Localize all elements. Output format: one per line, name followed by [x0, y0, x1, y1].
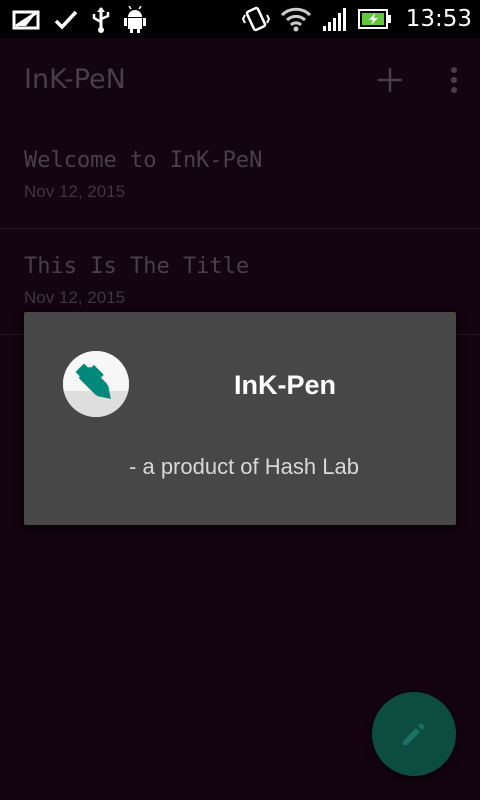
more-vert-icon — [451, 67, 457, 93]
system-icons: 13:53 — [241, 4, 472, 34]
app-bar: InK-PeN — [0, 38, 480, 124]
note-title: Welcome to InK-PeN — [24, 148, 263, 173]
app-title: InK-PeN — [24, 64, 126, 95]
usb-icon — [90, 6, 112, 34]
note-title: This Is The Title — [24, 254, 250, 279]
add-note-button[interactable] — [372, 62, 408, 98]
notification-icons — [12, 6, 146, 34]
dialog-title: InK-Pen — [234, 370, 337, 400]
battery-charging-icon — [357, 8, 392, 30]
android-debug-icon — [124, 6, 146, 34]
screen-capture-icon — [12, 7, 42, 33]
note-list-item[interactable]: Welcome to InK-PeN Nov 12, 2015 — [0, 124, 480, 229]
check-icon — [54, 8, 78, 32]
status-bar: 13:53 — [0, 0, 480, 38]
about-dialog[interactable]: InK-Pen - a product of Hash Lab — [24, 312, 456, 525]
add-icon — [378, 68, 402, 92]
signal-icon — [322, 6, 348, 32]
edit-icon — [403, 723, 425, 745]
more-options-button[interactable] — [440, 62, 468, 98]
wifi-icon — [280, 6, 312, 32]
clock: 13:53 — [405, 6, 472, 32]
app-logo — [63, 351, 129, 417]
new-note-fab[interactable] — [372, 692, 456, 776]
dialog-subtitle: - a product of Hash Lab — [129, 454, 359, 479]
note-date: Nov 12, 2015 — [24, 182, 126, 201]
note-date: Nov 12, 2015 — [24, 288, 126, 307]
vibrate-icon — [241, 5, 270, 33]
pen-icon — [63, 351, 129, 417]
